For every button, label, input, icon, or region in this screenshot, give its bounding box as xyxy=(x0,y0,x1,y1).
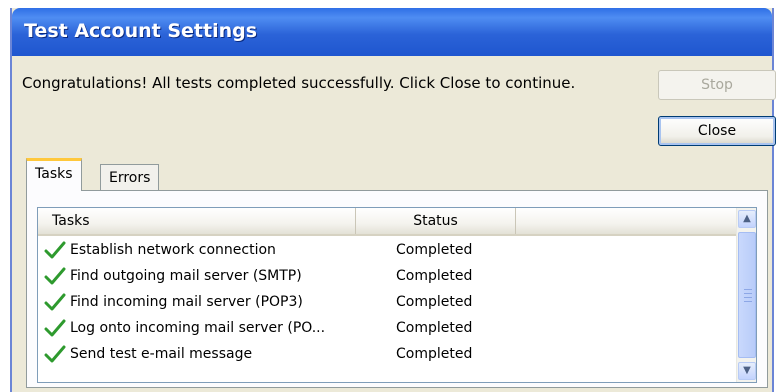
dialog-title: Test Account Settings xyxy=(24,20,258,42)
table-row[interactable]: Establish network connection Completed xyxy=(38,238,738,264)
task-status: Completed xyxy=(396,294,473,310)
checkmark-icon xyxy=(44,293,66,311)
task-status: Completed xyxy=(396,242,473,258)
task-status: Completed xyxy=(396,320,473,336)
checkmark-icon xyxy=(44,267,66,285)
column-header-tasks[interactable]: Tasks xyxy=(38,208,356,234)
list-header: Tasks Status xyxy=(38,208,738,236)
scroll-up-arrow-icon[interactable]: ▲ xyxy=(738,210,756,228)
task-name: Find incoming mail server (POP3) xyxy=(70,294,303,310)
grip-line xyxy=(744,297,752,298)
grip-line xyxy=(744,289,752,290)
grip-line xyxy=(744,301,752,302)
test-account-settings-dialog: Test Account Settings Congratulations! A… xyxy=(10,8,776,392)
table-row[interactable]: Log onto incoming mail server (PO... Com… xyxy=(38,316,738,342)
tasks-tab-panel: Tasks Status Establish network connectio… xyxy=(26,190,768,388)
tab-errors[interactable]: Errors xyxy=(100,164,160,191)
vertical-scrollbar[interactable]: ▲ ▼ xyxy=(736,208,756,382)
scrollbar-thumb[interactable] xyxy=(738,232,756,358)
checkmark-icon xyxy=(44,319,66,337)
stop-button[interactable]: Stop xyxy=(658,70,776,100)
grip-line xyxy=(744,293,752,294)
task-name: Log onto incoming mail server (PO... xyxy=(70,320,326,336)
table-row[interactable]: Find outgoing mail server (SMTP) Complet… xyxy=(38,264,738,290)
table-row[interactable]: Find incoming mail server (POP3) Complet… xyxy=(38,290,738,316)
checkmark-icon xyxy=(44,241,66,259)
task-status: Completed xyxy=(396,268,473,284)
column-header-status[interactable]: Status xyxy=(356,208,516,234)
task-status: Completed xyxy=(396,346,473,362)
status-message: Congratulations! All tests completed suc… xyxy=(22,74,576,92)
tab-tasks[interactable]: Tasks xyxy=(26,158,82,191)
task-name: Find outgoing mail server (SMTP) xyxy=(70,268,302,284)
checkmark-icon xyxy=(44,345,66,363)
scroll-down-arrow-icon[interactable]: ▼ xyxy=(738,362,756,380)
task-name: Establish network connection xyxy=(70,242,276,258)
table-row[interactable]: Send test e-mail message Completed xyxy=(38,342,738,368)
task-rows: Establish network connection Completed F… xyxy=(38,238,738,368)
title-bar[interactable]: Test Account Settings xyxy=(12,8,772,56)
close-button[interactable]: Close xyxy=(658,116,776,146)
tasks-list[interactable]: Tasks Status Establish network connectio… xyxy=(37,207,757,383)
task-name: Send test e-mail message xyxy=(70,346,253,362)
